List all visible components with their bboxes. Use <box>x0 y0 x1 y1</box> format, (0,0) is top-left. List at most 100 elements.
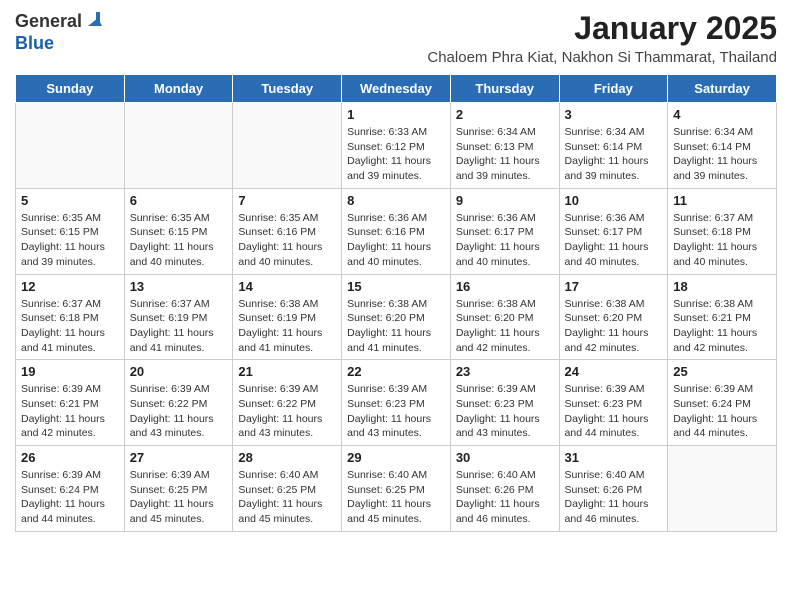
calendar-cell: 21 Sunrise: 6:39 AMSunset: 6:22 PMDayligh… <box>233 360 342 446</box>
calendar-cell: 29 Sunrise: 6:40 AMSunset: 6:25 PMDayligh… <box>342 446 451 532</box>
day-info: Sunrise: 6:40 AMSunset: 6:26 PMDaylight:… <box>565 468 663 527</box>
header: General Blue January 2025 Chaloem Phra K… <box>15 10 777 66</box>
calendar-cell: 26Sunrise: 6:39 AMSunset: 6:24 PMDayligh… <box>16 446 125 532</box>
calendar-cell <box>124 103 233 189</box>
calendar-cell: 1 Sunrise: 6:33 AMSunset: 6:12 PMDaylight… <box>342 103 451 189</box>
calendar-cell: 22 Sunrise: 6:39 AMSunset: 6:23 PMDayligh… <box>342 360 451 446</box>
day-number: 7 <box>238 193 336 208</box>
day-info: Sunrise: 6:39 AMSunset: 6:24 PMDaylight:… <box>673 382 771 441</box>
col-header-friday: Friday <box>559 75 668 103</box>
day-number: 13 <box>130 279 228 294</box>
day-info: Sunrise: 6:39 AMSunset: 6:22 PMDaylight:… <box>130 382 228 441</box>
day-number: 17 <box>565 279 663 294</box>
col-header-monday: Monday <box>124 75 233 103</box>
day-info: Sunrise: 6:39 AMSunset: 6:23 PMDaylight:… <box>456 382 554 441</box>
day-info: Sunrise: 6:39 AMSunset: 6:24 PMDaylight:… <box>21 468 119 527</box>
day-number: 29 <box>347 450 445 465</box>
calendar-body: 1 Sunrise: 6:33 AMSunset: 6:12 PMDaylight… <box>16 103 777 532</box>
calendar-week-5: 26Sunrise: 6:39 AMSunset: 6:24 PMDayligh… <box>16 446 777 532</box>
day-number: 5 <box>21 193 119 208</box>
calendar-week-4: 19 Sunrise: 6:39 AMSunset: 6:21 PMDayligh… <box>16 360 777 446</box>
day-info: Sunrise: 6:36 AMSunset: 6:16 PMDaylight:… <box>347 211 445 270</box>
calendar-cell: 2 Sunrise: 6:34 AMSunset: 6:13 PMDaylight… <box>450 103 559 189</box>
day-info: Sunrise: 6:40 AMSunset: 6:26 PMDaylight:… <box>456 468 554 527</box>
day-number: 10 <box>565 193 663 208</box>
day-number: 25 <box>673 364 771 379</box>
day-info: Sunrise: 6:38 AMSunset: 6:20 PMDaylight:… <box>347 297 445 356</box>
day-info: Sunrise: 6:38 AMSunset: 6:20 PMDaylight:… <box>456 297 554 356</box>
day-info: Sunrise: 6:39 AMSunset: 6:22 PMDaylight:… <box>238 382 336 441</box>
day-info: Sunrise: 6:35 AMSunset: 6:15 PMDaylight:… <box>21 211 119 270</box>
day-number: 20 <box>130 364 228 379</box>
calendar-cell <box>16 103 125 189</box>
calendar-cell: 24Sunrise: 6:39 AMSunset: 6:23 PMDayligh… <box>559 360 668 446</box>
day-info: Sunrise: 6:35 AMSunset: 6:16 PMDaylight:… <box>238 211 336 270</box>
day-info: Sunrise: 6:38 AMSunset: 6:21 PMDaylight:… <box>673 297 771 356</box>
day-number: 28 <box>238 450 336 465</box>
calendar-cell: 18 Sunrise: 6:38 AMSunset: 6:21 PMDayligh… <box>668 274 777 360</box>
calendar-week-2: 5 Sunrise: 6:35 AMSunset: 6:15 PMDaylight… <box>16 188 777 274</box>
calendar-cell: 17 Sunrise: 6:38 AMSunset: 6:20 PMDayligh… <box>559 274 668 360</box>
logo-general-text: General <box>15 11 82 32</box>
day-info: Sunrise: 6:37 AMSunset: 6:18 PMDaylight:… <box>21 297 119 356</box>
calendar-cell: 27 Sunrise: 6:39 AMSunset: 6:25 PMDayligh… <box>124 446 233 532</box>
subtitle: Chaloem Phra Kiat, Nakhon Si Thammarat, … <box>102 49 777 66</box>
calendar-cell: 25 Sunrise: 6:39 AMSunset: 6:24 PMDayligh… <box>668 360 777 446</box>
day-info: Sunrise: 6:33 AMSunset: 6:12 PMDaylight:… <box>347 125 445 184</box>
day-number: 14 <box>238 279 336 294</box>
calendar-cell: 13 Sunrise: 6:37 AMSunset: 6:19 PMDayligh… <box>124 274 233 360</box>
day-number: 16 <box>456 279 554 294</box>
calendar-table: SundayMondayTuesdayWednesdayThursdayFrid… <box>15 74 777 532</box>
day-info: Sunrise: 6:39 AMSunset: 6:21 PMDaylight:… <box>21 382 119 441</box>
main-title: January 2025 <box>102 10 777 47</box>
col-header-saturday: Saturday <box>668 75 777 103</box>
calendar-cell: 3Sunrise: 6:34 AMSunset: 6:14 PMDaylight… <box>559 103 668 189</box>
calendar-header-row: SundayMondayTuesdayWednesdayThursdayFrid… <box>16 75 777 103</box>
day-info: Sunrise: 6:36 AMSunset: 6:17 PMDaylight:… <box>565 211 663 270</box>
day-number: 27 <box>130 450 228 465</box>
calendar-cell: 20 Sunrise: 6:39 AMSunset: 6:22 PMDayligh… <box>124 360 233 446</box>
day-number: 23 <box>456 364 554 379</box>
calendar-week-3: 12 Sunrise: 6:37 AMSunset: 6:18 PMDayligh… <box>16 274 777 360</box>
calendar-cell: 10 Sunrise: 6:36 AMSunset: 6:17 PMDayligh… <box>559 188 668 274</box>
day-number: 22 <box>347 364 445 379</box>
logo: General Blue <box>15 10 102 54</box>
calendar-cell: 30Sunrise: 6:40 AMSunset: 6:26 PMDayligh… <box>450 446 559 532</box>
day-number: 19 <box>21 364 119 379</box>
col-header-thursday: Thursday <box>450 75 559 103</box>
day-info: Sunrise: 6:39 AMSunset: 6:23 PMDaylight:… <box>347 382 445 441</box>
day-info: Sunrise: 6:36 AMSunset: 6:17 PMDaylight:… <box>456 211 554 270</box>
calendar-week-1: 1 Sunrise: 6:33 AMSunset: 6:12 PMDaylight… <box>16 103 777 189</box>
day-info: Sunrise: 6:38 AMSunset: 6:19 PMDaylight:… <box>238 297 336 356</box>
calendar-cell: 28Sunrise: 6:40 AMSunset: 6:25 PMDayligh… <box>233 446 342 532</box>
day-number: 1 <box>347 107 445 122</box>
day-info: Sunrise: 6:34 AMSunset: 6:14 PMDaylight:… <box>673 125 771 184</box>
day-info: Sunrise: 6:39 AMSunset: 6:25 PMDaylight:… <box>130 468 228 527</box>
calendar-cell: 19 Sunrise: 6:39 AMSunset: 6:21 PMDayligh… <box>16 360 125 446</box>
day-info: Sunrise: 6:37 AMSunset: 6:18 PMDaylight:… <box>673 211 771 270</box>
calendar-cell: 7 Sunrise: 6:35 AMSunset: 6:16 PMDaylight… <box>233 188 342 274</box>
day-info: Sunrise: 6:37 AMSunset: 6:19 PMDaylight:… <box>130 297 228 356</box>
calendar-cell: 11Sunrise: 6:37 AMSunset: 6:18 PMDayligh… <box>668 188 777 274</box>
logo-icon <box>84 10 102 28</box>
calendar-cell: 14 Sunrise: 6:38 AMSunset: 6:19 PMDayligh… <box>233 274 342 360</box>
day-number: 24 <box>565 364 663 379</box>
day-info: Sunrise: 6:34 AMSunset: 6:13 PMDaylight:… <box>456 125 554 184</box>
day-number: 2 <box>456 107 554 122</box>
calendar-cell: 12 Sunrise: 6:37 AMSunset: 6:18 PMDayligh… <box>16 274 125 360</box>
day-number: 18 <box>673 279 771 294</box>
day-number: 3 <box>565 107 663 122</box>
col-header-sunday: Sunday <box>16 75 125 103</box>
day-info: Sunrise: 6:38 AMSunset: 6:20 PMDaylight:… <box>565 297 663 356</box>
day-number: 4 <box>673 107 771 122</box>
day-number: 21 <box>238 364 336 379</box>
calendar-cell: 8Sunrise: 6:36 AMSunset: 6:16 PMDaylight… <box>342 188 451 274</box>
day-info: Sunrise: 6:40 AMSunset: 6:25 PMDaylight:… <box>347 468 445 527</box>
calendar-cell <box>233 103 342 189</box>
day-number: 15 <box>347 279 445 294</box>
calendar-cell: 6Sunrise: 6:35 AMSunset: 6:15 PMDaylight… <box>124 188 233 274</box>
day-number: 12 <box>21 279 119 294</box>
day-number: 31 <box>565 450 663 465</box>
title-block: January 2025 Chaloem Phra Kiat, Nakhon S… <box>102 10 777 66</box>
calendar-cell: 31 Sunrise: 6:40 AMSunset: 6:26 PMDayligh… <box>559 446 668 532</box>
